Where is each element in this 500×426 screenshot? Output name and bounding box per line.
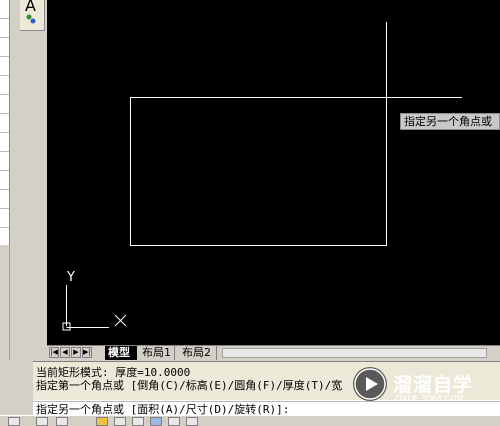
tab-model[interactable]: 模型: [105, 346, 137, 360]
drawing-canvas[interactable]: Y: [47, 0, 500, 345]
watermark-logo: 溜溜自学 ZIXUE.3D66.COM: [353, 365, 493, 407]
status-bar: [0, 415, 500, 426]
next-tab-button[interactable]: ▶: [71, 347, 81, 358]
tab-layout2[interactable]: 布局2: [179, 346, 217, 360]
watermark-url: ZIXUE.3D66.COM: [394, 394, 464, 403]
palette-row[interactable]: [0, 95, 9, 114]
dynamic-input-tooltip: 指定另一个角点或: [400, 113, 500, 130]
drawn-rectangle[interactable]: [130, 97, 387, 246]
text-tool-letter: A: [25, 0, 36, 15]
ucs-y-label: Y: [66, 270, 75, 285]
canvas-drawing: Y: [62, 22, 462, 331]
command-history-line: 当前矩形模式: 厚度=10.0000: [36, 366, 191, 379]
tool-palette-strip: [0, 0, 10, 247]
palette-row[interactable]: [0, 0, 9, 19]
first-tab-button[interactable]: |◀: [49, 347, 59, 358]
last-tab-button[interactable]: ▶|: [82, 347, 92, 358]
palette-row[interactable]: [0, 190, 9, 209]
attribute-icon: [26, 14, 36, 24]
ucs-icon: [62, 285, 127, 331]
play-icon: [353, 367, 387, 401]
prev-tab-button[interactable]: ◀: [60, 347, 70, 358]
command-history-line: 指定第一个角点或 [倒角(C)/标高(E)/圆角(F)/厚度(T)/宽: [36, 379, 343, 392]
watermark-title: 溜溜自学: [393, 374, 474, 396]
palette-empty-area: [0, 245, 10, 360]
palette-row[interactable]: [0, 133, 9, 152]
palette-row[interactable]: [0, 76, 9, 95]
palette-row[interactable]: [0, 19, 9, 38]
layout-tab-bar: |◀ ◀ ▶ ▶| 模型 布局1 布局2: [47, 345, 500, 361]
palette-row[interactable]: [0, 38, 9, 57]
text-tool-button[interactable]: A: [20, 0, 45, 31]
palette-row[interactable]: [0, 114, 9, 133]
command-window-handle[interactable]: [19, 361, 34, 415]
palette-row[interactable]: [0, 57, 9, 76]
dock-gap: [10, 0, 19, 360]
palette-row[interactable]: [0, 152, 9, 171]
palette-row[interactable]: [0, 209, 9, 228]
horizontal-scrollbar[interactable]: [222, 348, 487, 358]
tab-layout1[interactable]: 布局1: [139, 346, 175, 360]
palette-row[interactable]: [0, 171, 9, 190]
